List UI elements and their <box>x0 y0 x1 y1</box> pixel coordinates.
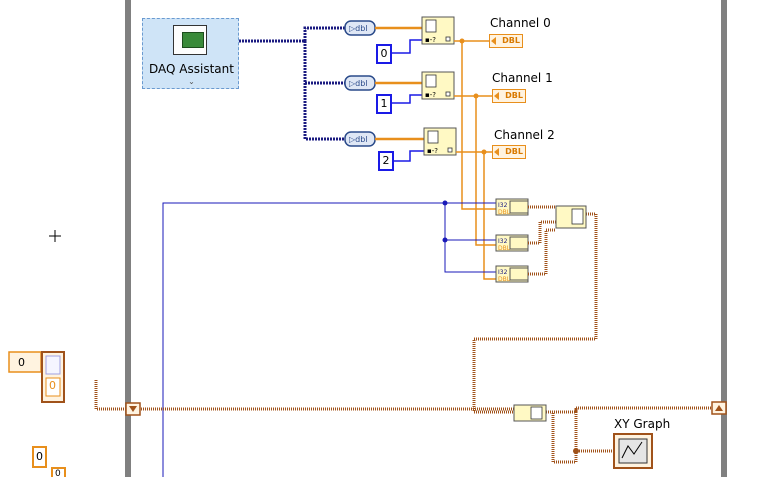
convert-from-dynamic-data-2[interactable]: ▷dbl <box>344 131 376 147</box>
svg-text:I32: I32 <box>498 269 508 276</box>
channel-indicator-2[interactable]: DBL <box>492 145 526 159</box>
daq-assistant[interactable]: DAQ Assistant ⌄ <box>142 18 239 89</box>
array-index-value[interactable]: 0 <box>49 379 56 392</box>
channel-label-0: Channel 0 <box>490 16 551 30</box>
numeric-constant-value-2[interactable]: 0 <box>55 469 61 479</box>
convert-from-dynamic-data-0[interactable]: ▷dbl <box>344 20 376 36</box>
svg-text:▪-?: ▪-? <box>427 147 438 155</box>
svg-text:▷dbl: ▷dbl <box>349 24 368 33</box>
build-array-nodes[interactable] <box>509 200 529 281</box>
channel-indicator-1[interactable]: DBL <box>492 89 526 103</box>
crosshair-cursor <box>49 230 61 242</box>
channel-index-constant-2[interactable]: 2 <box>378 151 394 171</box>
channel-index-constant-1[interactable]: 1 <box>376 94 392 114</box>
numeric-constant-value[interactable]: 0 <box>36 450 43 463</box>
svg-text:▷dbl: ▷dbl <box>349 79 368 88</box>
timestamp-wires[interactable] <box>162 202 498 477</box>
convert-from-dynamic-data-1[interactable]: ▷dbl <box>344 75 376 91</box>
svg-text:I32: I32 <box>498 238 508 245</box>
channel-indicator-0[interactable]: DBL <box>489 34 523 48</box>
numeric-control-value[interactable]: 0 <box>18 356 25 369</box>
svg-text:▪-?: ▪-? <box>425 91 436 99</box>
svg-text:DBL: DBL <box>498 209 511 216</box>
channel-index-constant-0[interactable]: 0 <box>376 44 392 64</box>
svg-text:▪-?: ▪-? <box>425 36 436 44</box>
shift-register-right[interactable] <box>711 401 727 415</box>
channel-label-2: Channel 2 <box>494 128 555 142</box>
channel-label-1: Channel 1 <box>492 71 553 85</box>
svg-text:▷dbl: ▷dbl <box>349 135 368 144</box>
build-array-main[interactable] <box>555 205 587 229</box>
chevron-down-icon[interactable]: ⌄ <box>143 77 240 86</box>
svg-text:I32: I32 <box>498 202 508 209</box>
index-array-node-0[interactable]: ▪-? <box>421 16 455 45</box>
daq-assistant-label: DAQ Assistant <box>149 62 234 76</box>
index-wires[interactable] <box>392 39 424 162</box>
daq-board-icon <box>173 25 207 55</box>
shift-register-left[interactable] <box>125 402 141 416</box>
index-array-node-1[interactable]: ▪-? <box>421 71 455 100</box>
dynamic-data-wires[interactable] <box>239 26 345 141</box>
build-array-bottom[interactable] <box>513 404 547 422</box>
svg-text:DBL: DBL <box>498 245 511 252</box>
index-array-node-2[interactable]: ▪-? <box>423 127 457 156</box>
block-diagram: ▷dbl ▷dbl ▷dbl ▪-? ▪-? ▪-? I32 DBL I32 D… <box>8 0 727 477</box>
svg-text:DBL: DBL <box>498 276 511 283</box>
xy-graph-label: XY Graph <box>614 417 671 431</box>
xy-graph-terminal[interactable] <box>613 433 653 469</box>
